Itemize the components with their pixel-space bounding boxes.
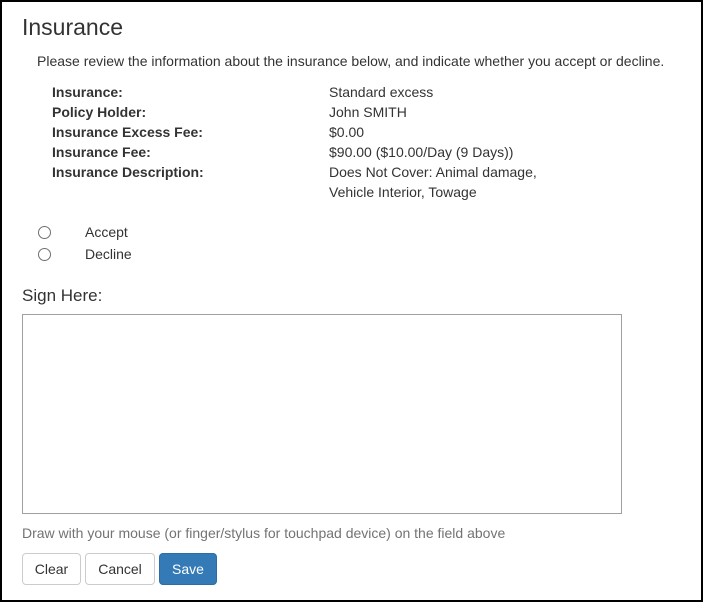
save-button[interactable]: Save [159,553,217,585]
detail-row-policy-holder: Policy Holder: John SMITH [52,102,559,122]
sign-here-heading: Sign Here: [22,286,103,305]
clear-button[interactable]: Clear [22,553,81,585]
detail-row-insurance: Insurance: Standard excess [52,82,559,102]
detail-label: Insurance Fee: [52,144,151,160]
detail-label: Insurance Excess Fee: [52,124,203,140]
page-title: Insurance [22,14,124,40]
decline-option[interactable]: Decline [36,243,132,265]
decline-radio[interactable] [38,247,51,261]
detail-row-excess-fee: Insurance Excess Fee: $0.00 [52,122,559,142]
detail-label: Policy Holder: [52,104,147,120]
detail-value: $90.00 ($10.00/Day (9 Days)) [329,144,514,160]
detail-value: Does Not Cover: Animal damage, Vehicle I… [329,164,537,200]
signature-pad[interactable] [22,314,622,514]
detail-row-insurance-fee: Insurance Fee: $90.00 ($10.00/Day (9 Day… [52,142,559,162]
decline-label[interactable]: Decline [85,246,132,262]
detail-value: $0.00 [329,124,365,140]
accept-label[interactable]: Accept [85,224,128,240]
detail-row-description: Insurance Description: Does Not Cover: A… [52,162,559,202]
accept-decline-group: Accept Decline [36,221,132,265]
insurance-panel: Insurance Please review the information … [0,0,703,602]
detail-label: Insurance: [52,84,123,100]
detail-label: Insurance Description: [52,164,204,180]
intro-text: Please review the information about the … [37,53,665,69]
accept-radio[interactable] [38,225,51,239]
detail-value: John SMITH [329,104,407,120]
accept-option[interactable]: Accept [36,221,132,243]
insurance-details: Insurance: Standard excess Policy Holder… [52,82,559,202]
detail-value: Standard excess [329,84,434,100]
action-buttons: Clear Cancel Save [22,553,221,585]
cancel-button[interactable]: Cancel [85,553,155,585]
signature-help-text: Draw with your mouse (or finger/stylus f… [22,525,506,541]
